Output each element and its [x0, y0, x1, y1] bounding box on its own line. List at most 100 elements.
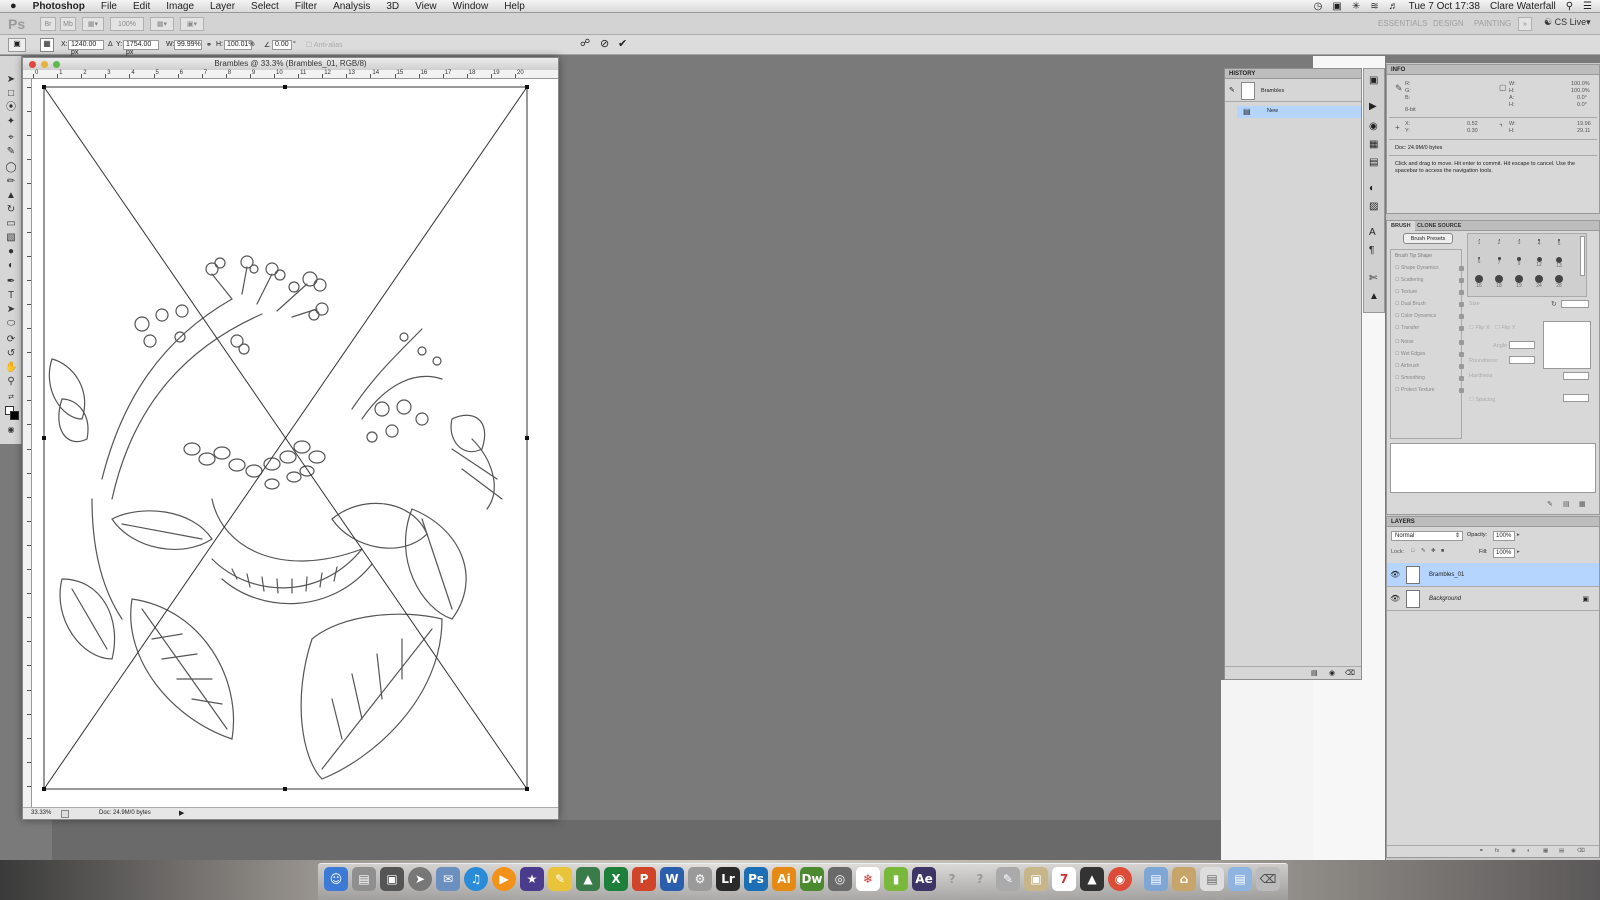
minimize-window-icon[interactable]	[41, 61, 48, 68]
lock-icon[interactable]	[1459, 352, 1464, 357]
menu-analysis[interactable]: Analysis	[325, 1, 378, 12]
brush-option-protect-texture[interactable]: ☐ Protect Texture	[1395, 387, 1434, 393]
status-icon[interactable]	[61, 810, 69, 818]
chrome-icon[interactable]: ◉	[1108, 867, 1132, 891]
adjustment-layer-icon[interactable]: ◐	[1527, 848, 1530, 854]
brush-option-shape-dynamics[interactable]: ☐ Shape Dynamics	[1395, 265, 1439, 271]
brush-option-noise[interactable]: ☐ Noise	[1395, 339, 1414, 345]
tab-brush[interactable]: BRUSH	[1387, 221, 1415, 231]
photos-app-icon[interactable]: ▲	[576, 867, 600, 891]
move-tool-icon[interactable]: ➤	[5, 74, 17, 86]
rotate-angle-field[interactable]: 0.00	[272, 40, 292, 50]
lock-all-icon[interactable]: ■	[1441, 548, 1444, 554]
marquee-tool-icon[interactable]: □	[5, 88, 17, 100]
history-brush-tool-icon[interactable]: ↻	[5, 204, 17, 216]
brush-presets-button[interactable]: Brush Presets	[1403, 233, 1453, 244]
tab-clone-source[interactable]: CLONE SOURCE	[1413, 221, 1465, 231]
brush-tip-cell[interactable]: 6	[1470, 254, 1488, 270]
wifi-icon[interactable]: ≋	[1370, 1, 1378, 12]
brush-tip-cell[interactable]: 19	[1510, 272, 1528, 289]
iphoto-icon[interactable]: ▣	[1024, 867, 1048, 891]
angle-field[interactable]	[1509, 341, 1535, 349]
reset-size-icon[interactable]: ↻	[1551, 300, 1557, 308]
layer-style-icon[interactable]: fx	[1495, 848, 1499, 854]
automator-icon[interactable]: ⚙	[688, 867, 712, 891]
delete-state-icon[interactable]: ⌫	[1345, 669, 1355, 677]
itunes-icon[interactable]: ♫	[464, 867, 488, 891]
arrange-documents-button[interactable]: ▦▾	[150, 17, 174, 31]
lock-icon[interactable]	[1459, 340, 1464, 345]
workspace-design[interactable]: DESIGN	[1433, 19, 1464, 28]
height-scale-field[interactable]: 100.01%	[224, 40, 255, 50]
crop-tool-icon[interactable]: ⌖	[5, 132, 17, 144]
illustrator-icon[interactable]: Ai	[772, 867, 796, 891]
mail-icon[interactable]: ✉	[436, 867, 460, 891]
spacing-checkbox[interactable]: ☐ Spacing	[1469, 397, 1495, 403]
brush-tip-cell[interactable]: 16	[1470, 272, 1488, 289]
menu-edit[interactable]: Edit	[125, 1, 158, 12]
blur-tool-icon[interactable]: ●	[5, 246, 17, 258]
menu-select[interactable]: Select	[243, 1, 287, 12]
adjustments-icon[interactable]: ◐	[1369, 183, 1375, 194]
actions-icon[interactable]: ▶	[1369, 101, 1377, 112]
brush-option-transfer[interactable]: ☐ Transfer	[1395, 325, 1419, 331]
launchpad-icon[interactable]: ➤	[408, 867, 432, 891]
clone-stamp-tool-icon[interactable]: ▲	[5, 190, 17, 202]
pen-tool-icon[interactable]: ✒	[5, 276, 17, 288]
zoom-level-field[interactable]: 33.33%	[31, 808, 51, 819]
after-effects-icon[interactable]: Ae	[912, 867, 936, 891]
new-document-from-state-icon[interactable]: ▤	[1311, 669, 1318, 677]
quick-mask-icon[interactable]: ◉	[5, 424, 17, 436]
flip-x-checkbox[interactable]: ☐ Flip X	[1469, 325, 1490, 331]
status-menu-arrow-icon[interactable]: ▶	[179, 808, 184, 819]
menu-window[interactable]: Window	[445, 1, 497, 12]
history-state-row[interactable]: ▤ New	[1237, 106, 1361, 118]
brush-tip-cell[interactable]: 12	[1530, 254, 1548, 270]
clock[interactable]: Tue 7 Oct 17:38	[1409, 1, 1480, 12]
new-group-icon[interactable]: ▦	[1543, 848, 1548, 854]
lock-icon[interactable]	[1459, 326, 1464, 331]
menu-layer[interactable]: Layer	[202, 1, 243, 12]
brush-option-scattering[interactable]: ☐ Scattering	[1395, 277, 1423, 283]
app-menu[interactable]: Photoshop	[25, 1, 93, 12]
imovie-icon[interactable]: ★	[520, 867, 544, 891]
tool-preset-icon[interactable]: ▣	[8, 38, 26, 52]
create-snapshot-icon[interactable]: ◉	[1329, 669, 1335, 677]
background-color-swatch[interactable]	[10, 411, 19, 420]
menu-filter[interactable]: Filter	[287, 1, 325, 12]
history-panel-header[interactable]: HISTORY	[1225, 69, 1361, 79]
opacity-slider-icon[interactable]: ▸	[1517, 532, 1520, 538]
horizontal-ruler[interactable]: 0 1 2 3 4 5 6 7 8 9 10 11 12 13 14 15 16 17 18 19 20	[23, 70, 558, 79]
color-icon[interactable]: ◉	[1369, 121, 1378, 132]
cancel-transform-icon[interactable]: ⊘	[600, 37, 609, 50]
hardness-field[interactable]	[1563, 372, 1589, 380]
layers-panel-header[interactable]: LAYERS	[1387, 517, 1599, 527]
brush-option-smoothing[interactable]: ☐ Smoothing	[1395, 375, 1425, 381]
close-window-icon[interactable]	[29, 61, 36, 68]
vertical-ruler[interactable]	[23, 79, 32, 807]
lock-icon[interactable]	[1459, 278, 1464, 283]
brush-option-wet-edges[interactable]: ☐ Wet Edges	[1395, 351, 1425, 357]
tool-presets-icon[interactable]: ✄	[1369, 273, 1377, 284]
fill-slider-icon[interactable]: ▸	[1517, 549, 1520, 555]
bluetooth-icon[interactable]: ✳	[1352, 1, 1360, 12]
trash-icon[interactable]: ⌫	[1256, 867, 1280, 891]
toggle-bristle-preview-icon[interactable]: ✎	[1547, 500, 1553, 508]
lock-pixels-icon[interactable]: ✎	[1421, 548, 1426, 554]
new-layer-icon[interactable]: ▤	[1559, 848, 1564, 854]
roundness-field[interactable]	[1509, 356, 1535, 364]
3d-orbit-tool-icon[interactable]: ↺	[5, 348, 17, 360]
opacity-field[interactable]: 100%	[1493, 531, 1515, 541]
calendar-icon[interactable]: 7	[1052, 867, 1076, 891]
menu-file[interactable]: File	[93, 1, 125, 12]
link-icon[interactable]: ⚭	[206, 41, 212, 49]
menu-image[interactable]: Image	[158, 1, 202, 12]
menu-view[interactable]: View	[407, 1, 445, 12]
more-workspaces-button[interactable]: »	[1518, 17, 1532, 31]
warp-mode-icon[interactable]: ☍	[580, 38, 590, 49]
layer-row[interactable]: 👁 Background ▣	[1387, 587, 1599, 611]
lightroom-icon[interactable]: Lr	[716, 867, 740, 891]
healing-brush-tool-icon[interactable]: ◯	[5, 162, 17, 174]
fill-field[interactable]: 100%	[1493, 548, 1515, 558]
transform-bounding-box[interactable]	[43, 86, 528, 790]
